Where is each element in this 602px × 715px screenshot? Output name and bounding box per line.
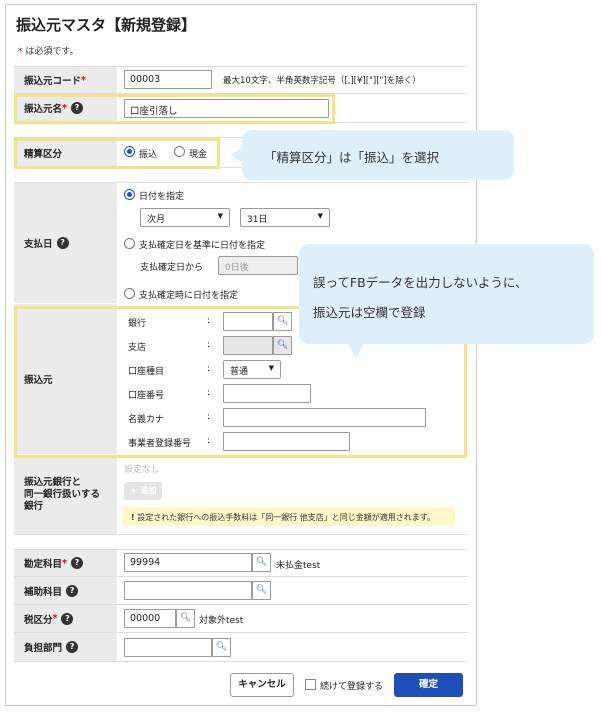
add-bank-button[interactable]: ＋ 追加 [124, 482, 162, 500]
reg-input[interactable] [223, 432, 350, 451]
pay-opt1-label: 日付を指定 [139, 192, 185, 202]
sub-account-label: 補助科目? [14, 577, 117, 604]
tax-name: 対象外test [199, 616, 244, 626]
source-callout-text: 誤ってFBデータを出力しないように、 振込元は空欄で登録 [313, 275, 528, 320]
code-hint: 最大10文字、半角英数字記号（[,][¥]["]["]を除く） [223, 76, 421, 86]
settlement-callout-text: 「精算区分」は「振込」を選択 [264, 150, 440, 165]
search-icon[interactable]: 🔍︎ [212, 638, 231, 657]
colon: : [207, 388, 211, 398]
caret-down-icon: ▼ [268, 364, 274, 372]
settlement-cash-label: 現金 [189, 150, 208, 160]
tax-input[interactable]: 00000 [124, 609, 176, 628]
branch-input[interactable] [223, 336, 273, 355]
pay-opt3-label: 支払確定時に日付を指定 [139, 291, 239, 301]
search-icon[interactable]: 🔍︎ [176, 609, 195, 628]
warning-icon: ! [131, 513, 135, 522]
tax-label: 税区分 *? [14, 605, 117, 632]
continue-checkbox[interactable] [305, 679, 316, 690]
pay-opt1-radio[interactable] [124, 189, 135, 200]
department-input[interactable] [124, 638, 212, 657]
settlement-label: 精算区分 [14, 138, 117, 167]
reg-label: 事業者登録番号 [128, 439, 192, 449]
page-title: 振込元マスタ【新規登録】 [16, 16, 197, 34]
caret-down-icon: ▼ [317, 212, 323, 220]
settlement-cash-radio[interactable] [174, 146, 185, 157]
source-label: 振込元 [14, 304, 117, 454]
account-number-input[interactable] [223, 384, 311, 403]
name-label: 振込元名 *? [14, 94, 117, 122]
account-type-select[interactable]: 普通 ▼ [223, 360, 281, 379]
same-bank-empty: 設定なし [124, 465, 161, 475]
holder-label: 名義カナ [128, 415, 165, 425]
month-select[interactable]: 次月 ▼ [140, 208, 230, 227]
bank-label: 銀行 [128, 319, 147, 329]
search-icon[interactable]: 🔍︎ [273, 336, 292, 355]
pay-opt3-radio[interactable] [124, 288, 135, 299]
source-callout: 誤ってFBデータを出力しないように、 振込元は空欄で登録 [299, 244, 594, 358]
settlement-callout: 「精算区分」は「振込」を選択 [230, 130, 514, 180]
settlement-transfer-radio[interactable] [124, 146, 135, 157]
pay-opt2-radio[interactable] [124, 238, 135, 249]
code-label: 振込元コード * [14, 67, 117, 93]
confirm-button[interactable]: 確定 [394, 673, 463, 697]
pay-opt2-label: 支払確定日を基準に日付を指定 [139, 241, 266, 251]
caret-down-icon: ▼ [217, 212, 223, 220]
search-icon[interactable]: 🔍︎ [252, 581, 271, 600]
department-label: 負担部門? [14, 633, 117, 661]
sub-account-input[interactable] [124, 581, 252, 600]
help-icon[interactable]: ? [66, 584, 79, 597]
help-icon[interactable]: ? [70, 557, 83, 569]
help-icon[interactable]: ? [66, 641, 79, 653]
search-icon[interactable]: 🔍︎ [273, 312, 292, 331]
colon: : [207, 412, 211, 422]
payment-date-label: 支払日? [14, 183, 117, 303]
after-select[interactable]: 0日後 [218, 256, 298, 275]
name-input[interactable]: 口座引落し [124, 99, 329, 118]
account-input[interactable]: 99994 [124, 553, 252, 572]
same-bank-label: 振込元銀行と 同一銀行扱いする 銀行 [14, 455, 117, 534]
cancel-button[interactable]: キャンセル [230, 673, 294, 697]
colon: : [207, 364, 211, 374]
search-icon[interactable]: 🔍︎ [252, 553, 271, 572]
code-input[interactable]: 00003 [124, 70, 212, 89]
required-note: * は必須です。 [18, 47, 79, 57]
bank-input[interactable] [223, 312, 273, 331]
number-label: 口座番号 [128, 391, 165, 401]
day-select[interactable]: 31日 ▼ [240, 208, 330, 227]
help-icon[interactable]: ? [70, 102, 83, 114]
account-label: 勘定科目 *? [14, 550, 117, 576]
colon: : [207, 316, 211, 326]
colon: : [207, 436, 211, 446]
same-bank-note: ! 設定された銀行への振込手数料は「同一銀行 他支店」と同じ金額が適用されます。 [123, 507, 455, 526]
colon: : [207, 340, 211, 350]
branch-label: 支店 [128, 343, 147, 353]
holder-input[interactable] [223, 408, 426, 427]
type-label: 口座種目 [128, 367, 165, 377]
settlement-transfer-label: 振込 [139, 150, 158, 160]
from-label: 支払確定日から [140, 263, 204, 273]
help-icon[interactable]: ? [56, 237, 69, 249]
help-icon[interactable]: ? [61, 612, 74, 625]
continue-label: 続けて登録する [320, 682, 384, 692]
account-name: 未払金test [276, 561, 321, 571]
